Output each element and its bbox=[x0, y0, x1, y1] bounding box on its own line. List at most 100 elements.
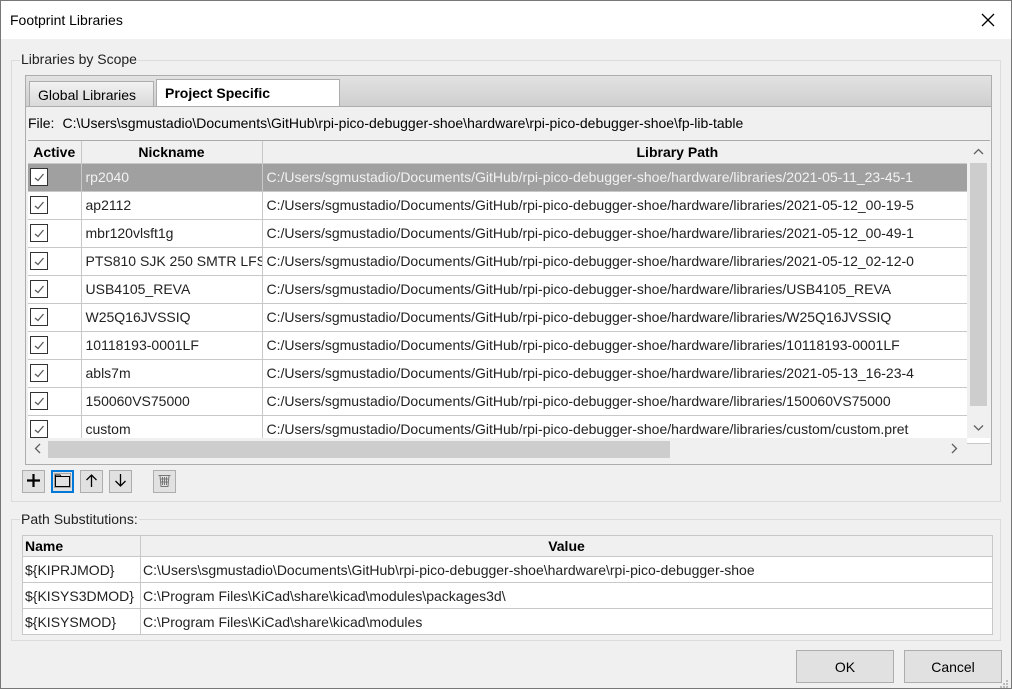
substitution-name-cell[interactable]: ${KISYSMOD} bbox=[22, 608, 141, 635]
library-path-cell[interactable]: C:/Users/sgmustadio/Documents/GitHub/rpi… bbox=[262, 163, 990, 192]
library-path-cell[interactable]: C:/Users/sgmustadio/Documents/GitHub/rpi… bbox=[262, 275, 990, 304]
library-path-cell[interactable]: C:/Users/sgmustadio/Documents/GitHub/rpi… bbox=[262, 219, 990, 248]
active-cell bbox=[28, 219, 82, 248]
library-row[interactable]: ap2112 C:/Users/sgmustadio/Documents/GitH… bbox=[28, 191, 990, 220]
active-checkbox[interactable] bbox=[30, 308, 48, 327]
nickname-cell[interactable]: 150060VS75000 bbox=[81, 387, 263, 416]
checkmark-icon bbox=[34, 229, 44, 238]
vertical-scroll-thumb[interactable] bbox=[970, 163, 987, 406]
library-path-cell[interactable]: C:/Users/sgmustadio/Documents/GitHub/rpi… bbox=[262, 331, 990, 360]
checkmark-icon bbox=[34, 397, 44, 406]
active-cell bbox=[28, 275, 82, 304]
substitution-value-cell[interactable]: C:\Program Files\KiCad\share\kicad\modul… bbox=[140, 582, 993, 609]
column-header-nickname[interactable]: Nickname bbox=[81, 141, 263, 164]
nickname-cell[interactable]: rp2040 bbox=[81, 163, 263, 192]
ok-button[interactable]: OK bbox=[796, 650, 894, 683]
active-checkbox[interactable] bbox=[30, 364, 48, 383]
checkmark-icon bbox=[34, 341, 44, 350]
path-substitutions-label: Path Substitutions: bbox=[20, 511, 139, 527]
library-row[interactable]: USB4105_REVA C:/Users/sgmustadio/Document… bbox=[28, 275, 990, 304]
move-up-button[interactable] bbox=[80, 470, 103, 493]
library-path-cell[interactable]: C:/Users/sgmustadio/Documents/GitHub/rpi… bbox=[262, 387, 990, 416]
active-checkbox[interactable] bbox=[30, 252, 48, 271]
substitution-name-cell[interactable]: ${KISYS3DMOD} bbox=[22, 582, 141, 609]
trash-icon bbox=[157, 473, 172, 491]
library-path-cell[interactable]: C:/Users/sgmustadio/Documents/GitHub/rpi… bbox=[262, 359, 990, 388]
cancel-button[interactable]: Cancel bbox=[904, 650, 1002, 683]
nickname-cell[interactable]: 10118193-0001LF bbox=[81, 331, 263, 360]
active-checkbox[interactable] bbox=[30, 168, 48, 187]
active-checkbox[interactable] bbox=[30, 196, 48, 215]
library-path-cell[interactable]: C:/Users/sgmustadio/Documents/GitHub/rpi… bbox=[262, 191, 990, 220]
library-path-cell[interactable]: C:/Users/sgmustadio/Documents/GitHub/rpi… bbox=[262, 303, 990, 332]
add-library-button[interactable] bbox=[22, 470, 45, 493]
libraries-by-scope-label: Libraries by Scope bbox=[20, 51, 138, 67]
scroll-right-icon[interactable] bbox=[947, 441, 962, 456]
active-checkbox[interactable] bbox=[30, 420, 48, 439]
substitution-value-cell[interactable]: C:\Program Files\KiCad\share\kicad\modul… bbox=[140, 608, 993, 635]
footprint-libraries-dialog: Footprint Libraries Libraries by Scope G… bbox=[0, 0, 1012, 689]
substitution-row[interactable]: ${KISYSMOD} C:\Program Files\KiCad\share\… bbox=[22, 608, 993, 635]
library-row[interactable]: 10118193-0001LF C:/Users/sgmustadio/Docum… bbox=[28, 331, 990, 360]
column-header-name[interactable]: Name bbox=[22, 535, 141, 557]
library-path-cell[interactable]: C:/Users/sgmustadio/Documents/GitHub/rpi… bbox=[262, 247, 990, 276]
active-cell bbox=[28, 163, 82, 192]
active-checkbox[interactable] bbox=[30, 280, 48, 299]
path-substitutions-table: Name Value ${KIPRJMOD} C:\Users\sgmustadi… bbox=[22, 535, 993, 635]
scope-notebook: Global Libraries Project Specific Librar… bbox=[25, 75, 992, 465]
substitutions-header: Name Value bbox=[22, 535, 993, 557]
library-row[interactable]: PTS810 SJK 250 SMTR LFS C:/Users/sgmustad… bbox=[28, 247, 990, 276]
checkmark-icon bbox=[34, 425, 44, 434]
substitution-value-cell[interactable]: C:\Users\sgmustadio\Documents\GitHub\rpi… bbox=[140, 556, 993, 583]
active-checkbox[interactable] bbox=[30, 224, 48, 243]
arrow-up-icon bbox=[84, 473, 99, 491]
column-header-library-path[interactable]: Library Path bbox=[262, 141, 990, 164]
checkmark-icon bbox=[34, 313, 44, 322]
checkmark-icon bbox=[34, 369, 44, 378]
checkmark-icon bbox=[34, 285, 44, 294]
delete-library-button[interactable] bbox=[153, 470, 176, 493]
column-header-value[interactable]: Value bbox=[140, 535, 993, 557]
library-grid: Active Nickname Library Path rp2040 C:/Us… bbox=[28, 140, 990, 464]
active-cell bbox=[28, 331, 82, 360]
substitution-row[interactable]: ${KIPRJMOD} C:\Users\sgmustadio\Documents… bbox=[22, 556, 993, 583]
move-down-button[interactable] bbox=[109, 470, 132, 493]
horizontal-scroll-thumb[interactable] bbox=[48, 441, 670, 458]
resize-grip-icon[interactable] bbox=[999, 676, 1009, 688]
library-row[interactable]: W25Q16JVSSIQ C:/Users/sgmustadio/Document… bbox=[28, 303, 990, 332]
substitution-row[interactable]: ${KISYS3DMOD} C:\Program Files\KiCad\shar… bbox=[22, 582, 993, 609]
project-libraries-panel: File: C:\Users\sgmustadio\Documents\GitHu… bbox=[26, 106, 991, 464]
library-row[interactable]: mbr120vlsft1g C:/Users/sgmustadio/Documen… bbox=[28, 219, 990, 248]
scroll-up-icon[interactable] bbox=[971, 144, 986, 159]
library-row[interactable]: abls7m C:/Users/sgmustadio/Documents/GitH… bbox=[28, 359, 990, 388]
active-cell bbox=[28, 303, 82, 332]
checkmark-icon bbox=[34, 201, 44, 210]
nickname-cell[interactable]: W25Q16JVSSIQ bbox=[81, 303, 263, 332]
tab-global-libraries[interactable]: Global Libraries bbox=[29, 81, 154, 107]
library-table-header: Active Nickname Library Path bbox=[28, 141, 990, 164]
nickname-cell[interactable]: USB4105_REVA bbox=[81, 275, 263, 304]
scroll-left-icon[interactable] bbox=[30, 441, 45, 456]
close-icon[interactable] bbox=[977, 9, 999, 31]
nickname-cell[interactable]: PTS810 SJK 250 SMTR LFS bbox=[81, 247, 263, 276]
nickname-cell[interactable]: ap2112 bbox=[81, 191, 263, 220]
active-checkbox[interactable] bbox=[30, 392, 48, 411]
active-checkbox[interactable] bbox=[30, 336, 48, 355]
tab-project-specific-libraries[interactable]: Project Specific Libraries bbox=[156, 79, 340, 127]
file-path-row: File: C:\Users\sgmustadio\Documents\GitHu… bbox=[28, 115, 743, 131]
browse-library-button[interactable] bbox=[51, 470, 74, 493]
checkmark-icon bbox=[34, 173, 44, 182]
column-header-active[interactable]: Active bbox=[28, 141, 82, 164]
nickname-cell[interactable]: mbr120vlsft1g bbox=[81, 219, 263, 248]
folder-icon bbox=[54, 472, 71, 491]
substitution-name-cell[interactable]: ${KIPRJMOD} bbox=[22, 556, 141, 583]
library-table: Active Nickname Library Path rp2040 C:/Us… bbox=[28, 141, 990, 444]
library-row[interactable]: rp2040 C:/Users/sgmustadio/Documents/GitH… bbox=[28, 163, 990, 192]
nickname-cell[interactable]: abls7m bbox=[81, 359, 263, 388]
horizontal-scrollbar[interactable] bbox=[28, 438, 967, 460]
vertical-scrollbar[interactable] bbox=[967, 141, 990, 438]
plus-icon bbox=[26, 473, 41, 491]
scroll-down-icon[interactable] bbox=[971, 420, 986, 435]
library-row[interactable]: 150060VS75000 C:/Users/sgmustadio/Documen… bbox=[28, 387, 990, 416]
window-title: Footprint Libraries bbox=[10, 12, 123, 28]
